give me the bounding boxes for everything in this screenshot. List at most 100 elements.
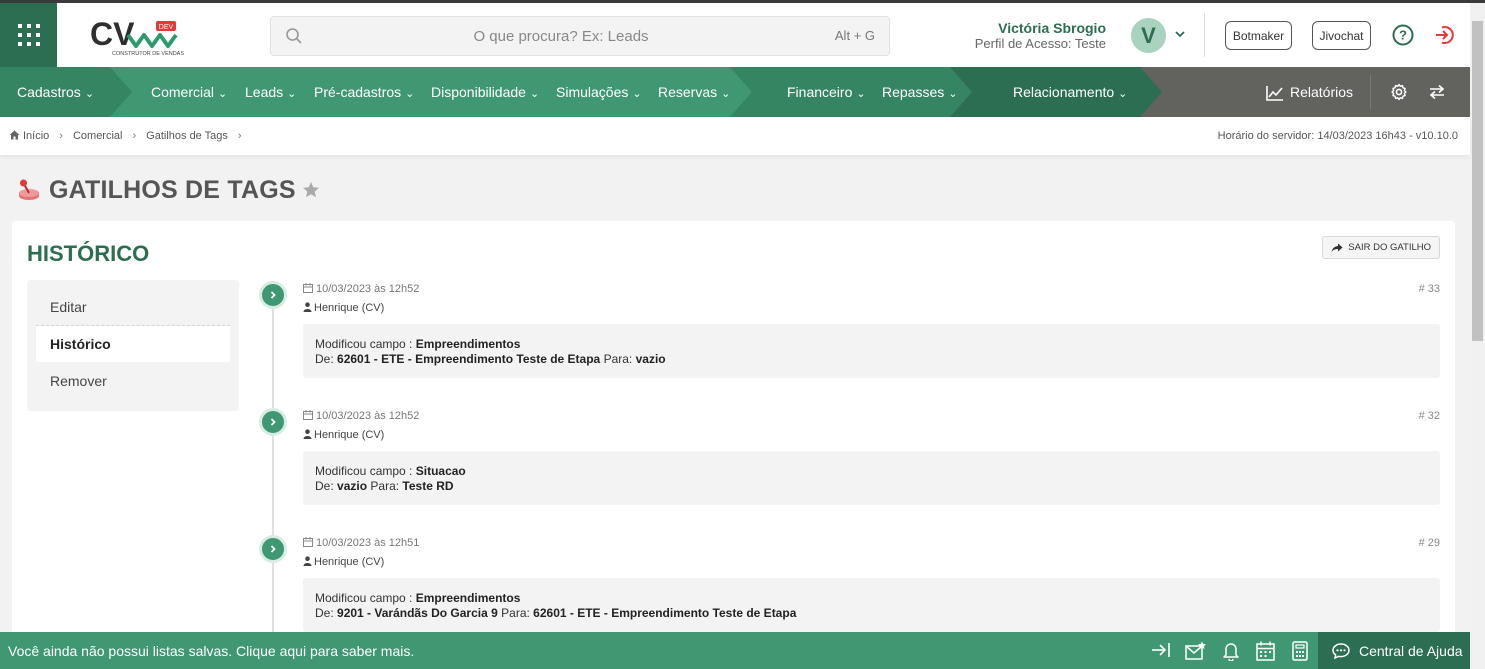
- nav-relatorios[interactable]: Relatórios: [1266, 67, 1353, 117]
- chevron-down-icon[interactable]: [1173, 27, 1187, 41]
- calendar-icon: [303, 283, 313, 293]
- breadcrumb-comercial[interactable]: Comercial: [73, 130, 123, 142]
- user-icon: [303, 556, 312, 566]
- scrollbar-thumb[interactable]: [1472, 21, 1483, 341]
- jivochat-button[interactable]: Jivochat: [1312, 21, 1371, 50]
- entry-number: # 29: [1418, 537, 1440, 549]
- entry-author: Henrique (CV): [303, 429, 384, 441]
- nav-cadastros[interactable]: Cadastros ⌄: [17, 67, 94, 117]
- svg-text:CONSTRUTOR DE VENDAS: CONSTRUTOR DE VENDAS: [112, 51, 184, 57]
- collapse-right-icon[interactable]: [1151, 641, 1171, 659]
- side-menu-editar[interactable]: Editar: [36, 289, 230, 325]
- entry-date: 10/03/2023 às 12h52: [303, 410, 419, 422]
- home-icon: [9, 130, 20, 140]
- global-search: Alt + G: [270, 16, 890, 56]
- botmaker-button[interactable]: Botmaker: [1225, 21, 1292, 50]
- entry-change-details: Modificou campo : Empreendimentos De: 92…: [303, 578, 1440, 632]
- chevron-down-icon: ⌄: [287, 88, 297, 100]
- gear-icon[interactable]: [1390, 83, 1408, 101]
- saved-lists-message[interactable]: Você ainda não possui listas salvas. Cli…: [8, 643, 414, 659]
- avatar[interactable]: V: [1131, 18, 1166, 53]
- page-header: GATILHOS DE TAGS: [17, 174, 320, 206]
- mail-star-icon[interactable]: [1185, 641, 1207, 661]
- entry-author: Henrique (CV): [303, 556, 384, 568]
- page-scrollbar[interactable]: [1470, 3, 1485, 669]
- cv-logo[interactable]: CV DEV CONSTRUTOR DE VENDAS: [90, 15, 190, 59]
- entry-number: # 33: [1418, 283, 1440, 295]
- calendar-icon: [303, 537, 313, 547]
- chevron-right-icon: ›: [237, 130, 242, 142]
- bell-icon[interactable]: [1222, 641, 1240, 661]
- entry-date: 10/03/2023 às 12h52: [303, 283, 419, 295]
- chevron-right-icon: ›: [132, 130, 137, 142]
- search-shortcut-hint: Alt + G: [834, 28, 875, 43]
- entry-date: 10/03/2023 às 12h51: [303, 537, 419, 549]
- side-menu-historico[interactable]: Histórico: [36, 326, 230, 362]
- entry-number: # 32: [1418, 410, 1440, 422]
- search-input[interactable]: [311, 17, 811, 55]
- nav-divider: [1370, 75, 1371, 109]
- chat-bubble-icon: [1332, 642, 1350, 659]
- user-icon: [303, 429, 312, 439]
- calendar-icon: [303, 410, 313, 420]
- user-profile: Perfil de Acesso: Teste: [974, 36, 1106, 51]
- search-icon: [286, 28, 302, 44]
- breadcrumb-bar: Início › Comercial › Gatilhos de Tags › Horár…: [0, 117, 1470, 155]
- page-title: GATILHOS DE TAGS: [49, 175, 296, 204]
- nav-repasses[interactable]: Repasses ⌄: [882, 67, 957, 117]
- calendar-icon[interactable]: [1256, 641, 1275, 661]
- help-center-button[interactable]: Central de Ajuda: [1318, 632, 1470, 669]
- nav-comercial[interactable]: Comercial ⌄: [151, 67, 227, 117]
- chart-line-icon: [1266, 86, 1283, 102]
- chevron-down-icon: ⌄: [856, 88, 866, 100]
- expand-entry-button[interactable]: [259, 281, 287, 309]
- chevron-right-icon: [270, 418, 276, 426]
- nav-relacionamento[interactable]: Relacionamento ⌄: [1013, 67, 1127, 117]
- expand-entry-button[interactable]: [259, 408, 287, 436]
- svg-text:CV: CV: [90, 16, 135, 52]
- side-menu: Editar Histórico Remover: [27, 280, 239, 411]
- nav-leads[interactable]: Leads ⌄: [245, 67, 296, 117]
- nav-pre-cadastros[interactable]: Pré-cadastros ⌄: [314, 67, 414, 117]
- top-header: CV DEV CONSTRUTOR DE VENDAS Alt + G Vict…: [0, 3, 1470, 67]
- expand-entry-button[interactable]: [259, 535, 287, 563]
- nav-disponibilidade[interactable]: Disponibilidade ⌄: [431, 67, 539, 117]
- side-menu-remover[interactable]: Remover: [36, 363, 230, 399]
- apps-grid-button[interactable]: [0, 3, 57, 67]
- breadcrumb-inicio[interactable]: Início: [23, 130, 49, 142]
- entry-author: Henrique (CV): [303, 302, 384, 314]
- share-arrow-icon: [1331, 243, 1343, 252]
- nav-simulacoes[interactable]: Simulações ⌄: [556, 67, 642, 117]
- calculator-icon[interactable]: [1292, 641, 1308, 661]
- chevron-right-icon: [270, 291, 276, 299]
- chevron-down-icon: ⌄: [948, 88, 958, 100]
- star-icon[interactable]: [302, 181, 320, 199]
- history-card: HISTÓRICO SAIR DO GATILHO Editar Históri…: [12, 221, 1455, 646]
- help-icon[interactable]: ?: [1392, 24, 1414, 46]
- swap-icon[interactable]: [1428, 83, 1446, 101]
- nav-reservas[interactable]: Reservas ⌄: [658, 67, 730, 117]
- joystick-icon: [19, 179, 39, 200]
- logout-icon[interactable]: [1433, 24, 1455, 46]
- chevron-down-icon: ⌄: [218, 88, 228, 100]
- chevron-down-icon: ⌄: [632, 88, 642, 100]
- entry-change-details: Modificou campo : Empreendimentos De: 62…: [303, 324, 1440, 378]
- section-title: HISTÓRICO: [27, 241, 150, 266]
- exit-trigger-button[interactable]: SAIR DO GATILHO: [1322, 236, 1440, 259]
- entry-change-details: Modificou campo : Situacao De: vazio Par…: [303, 451, 1440, 505]
- svg-text:DEV: DEV: [159, 24, 174, 31]
- user-name[interactable]: Victória Sbrogio: [998, 20, 1106, 36]
- chevron-down-icon: ⌄: [1118, 88, 1128, 100]
- chevron-right-icon: [270, 545, 276, 553]
- nav-financeiro[interactable]: Financeiro ⌄: [787, 67, 866, 117]
- svg-text:?: ?: [1399, 28, 1407, 43]
- chevron-down-icon: ⌄: [721, 88, 731, 100]
- breadcrumb-gatilhos[interactable]: Gatilhos de Tags: [146, 130, 228, 142]
- chevron-down-icon: ⌄: [405, 88, 415, 100]
- chevron-down-icon: ⌄: [84, 88, 95, 100]
- history-entry: 10/03/2023 às 12h51 Henrique (CV) # 29 M…: [259, 535, 1440, 645]
- server-time: Horário do servidor: 14/03/2023 16h43 - …: [1217, 130, 1458, 142]
- breadcrumb: Início › Comercial › Gatilhos de Tags ›: [9, 130, 252, 142]
- chevron-right-icon: ›: [59, 130, 63, 142]
- history-entry: 10/03/2023 às 12h52 Henrique (CV) # 33 M…: [259, 281, 1440, 391]
